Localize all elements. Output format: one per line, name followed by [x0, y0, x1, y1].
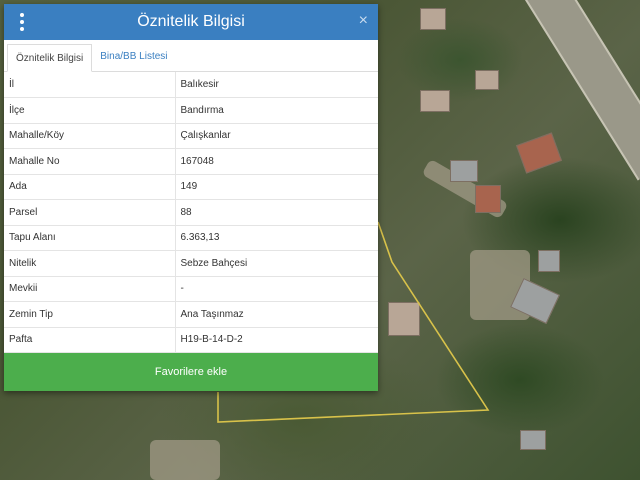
- tab-bar: Öznitelik Bilgisi Bina/BB Listesi: [4, 40, 378, 72]
- row-key: Parsel: [4, 199, 176, 226]
- row-key: Ada: [4, 174, 176, 200]
- table-row: İlçe Bandırma: [4, 97, 378, 124]
- row-key: Zemin Tip: [4, 301, 176, 328]
- vertical-dots-icon[interactable]: [16, 13, 28, 31]
- row-value: Çalışkanlar: [175, 123, 378, 149]
- table-row: İl Balıkesir: [4, 72, 378, 98]
- row-value: H19-B-14-D-2: [175, 327, 378, 353]
- row-key: Nitelik: [4, 250, 176, 277]
- row-key: Mevkii: [4, 276, 176, 302]
- table-row: Parsel 88: [4, 199, 378, 226]
- row-value: -: [175, 276, 378, 302]
- table-row: Mahalle/Köy Çalışkanlar: [4, 123, 378, 149]
- row-value: 88: [175, 199, 378, 226]
- row-value: Bandırma: [175, 97, 378, 124]
- table-row: Tapu Alanı 6.363,13: [4, 225, 378, 251]
- dialog-title: Öznitelik Bilgisi: [137, 13, 245, 30]
- row-key: Mahalle No: [4, 148, 176, 175]
- row-key: Tapu Alanı: [4, 225, 176, 251]
- row-value: Balıkesir: [175, 72, 378, 98]
- table-row: Zemin Tip Ana Taşınmaz: [4, 301, 378, 328]
- attribute-dialog: Öznitelik Bilgisi × Öznitelik Bilgisi Bi…: [4, 4, 378, 391]
- table-row: Ada 149: [4, 174, 378, 200]
- row-key: İlçe: [4, 97, 176, 124]
- table-row: Mevkii -: [4, 276, 378, 302]
- table-row: Nitelik Sebze Bahçesi: [4, 250, 378, 277]
- row-value: 167048: [175, 148, 378, 175]
- add-to-favorites-button[interactable]: Favorilere ekle: [4, 353, 378, 391]
- row-key: İl: [4, 72, 176, 98]
- table-row: Pafta H19-B-14-D-2: [4, 327, 378, 353]
- table-row: Mahalle No 167048: [4, 148, 378, 175]
- tab-building-list[interactable]: Bina/BB Listesi: [92, 43, 175, 71]
- row-value: Ana Taşınmaz: [175, 301, 378, 328]
- row-key: Mahalle/Köy: [4, 123, 176, 149]
- close-icon[interactable]: ×: [359, 12, 368, 30]
- row-key: Pafta: [4, 327, 176, 353]
- row-value: Sebze Bahçesi: [175, 250, 378, 277]
- row-value: 149: [175, 174, 378, 200]
- attribute-table: İl Balıkesir İlçe Bandırma Mahalle/Köy Çalı…: [4, 72, 378, 353]
- row-value: 6.363,13: [175, 225, 378, 251]
- tab-attribute-info[interactable]: Öznitelik Bilgisi: [7, 44, 93, 72]
- dialog-header: Öznitelik Bilgisi ×: [4, 4, 378, 40]
